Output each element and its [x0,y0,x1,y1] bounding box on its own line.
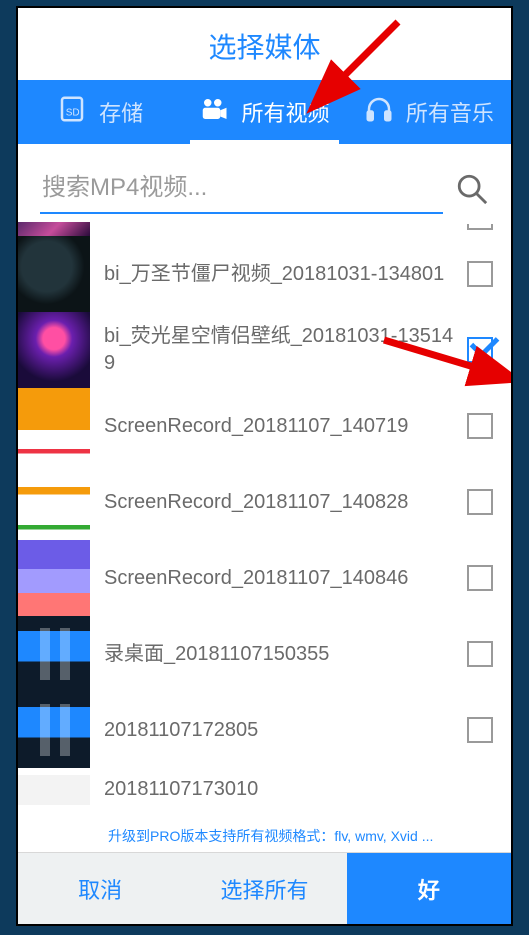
sd-card-icon: SD [57,94,87,130]
dialog-title: 选择媒体 [18,8,511,80]
tab-music[interactable]: 所有音乐 [347,80,511,144]
video-thumbnail [18,236,90,312]
list-item[interactable]: ScreenRecord_20181107_140828 [18,464,511,540]
media-picker-dialog: 选择媒体 SD 存储 所有视频 [16,6,513,926]
list-item[interactable]: 20181107172805 [18,692,511,768]
list-item[interactable]: bi_荧光星空情侣壁纸_20181031-135149 [18,312,511,388]
cancel-button[interactable]: 取消 [18,853,182,924]
video-thumbnail [18,464,90,540]
video-name: bi_万圣节僵尸视频_20181031-134801 [90,253,467,296]
video-name: bi_荧光星空情侣壁纸_20181031-135149 [90,315,467,385]
checkbox[interactable] [467,413,493,439]
search-row [18,144,511,222]
video-thumbnail [18,388,90,464]
list-item[interactable]: ScreenRecord_20181107_140719 [18,388,511,464]
svg-text:SD: SD [66,107,80,118]
list-item[interactable] [18,222,511,236]
ok-button[interactable]: 好 [347,853,511,924]
tab-videos-label: 所有视频 [241,96,329,128]
video-name: ScreenRecord_20181107_140846 [90,557,467,600]
checkbox[interactable] [467,565,493,591]
checkbox[interactable] [467,641,493,667]
video-thumbnail [18,692,90,768]
tab-storage[interactable]: SD 存储 [18,80,182,144]
video-camera-icon [199,94,229,130]
tab-music-label: 所有音乐 [406,96,494,128]
video-name: 20181107173010 [90,768,493,811]
video-thumbnail [18,616,90,692]
list-item[interactable]: 20181107173010 [18,768,511,811]
tab-videos[interactable]: 所有视频 [182,80,346,144]
checkbox[interactable] [467,717,493,743]
checkbox[interactable] [467,337,493,363]
checkbox[interactable] [467,261,493,287]
video-name: 录桌面_20181107150355 [90,633,467,676]
search-input[interactable] [40,164,443,214]
video-name: ScreenRecord_20181107_140719 [90,405,467,448]
headphones-icon [364,94,394,130]
video-thumbnail [18,540,90,616]
footer: 取消 选择所有 好 [18,852,511,924]
list-item[interactable]: ScreenRecord_20181107_140846 [18,540,511,616]
checkbox[interactable] [467,489,493,515]
select-all-button[interactable]: 选择所有 [182,853,346,924]
list-item[interactable]: 录桌面_20181107150355 [18,616,511,692]
pro-upgrade-note[interactable]: 升级到PRO版本支持所有视频格式：flv, wmv, Xvid ... [18,820,511,852]
video-thumbnail [18,775,90,805]
video-name: ScreenRecord_20181107_140828 [90,481,467,524]
tab-storage-label: 存储 [99,96,143,128]
tabs: SD 存储 所有视频 所有音乐 [18,80,511,144]
video-thumbnail [18,222,90,236]
list-item[interactable]: bi_万圣节僵尸视频_20181031-134801 [18,236,511,312]
video-list[interactable]: bi_万圣节僵尸视频_20181031-134801 bi_荧光星空情侣壁纸_2… [18,222,511,820]
video-name: 20181107172805 [90,709,467,752]
search-icon[interactable] [455,172,489,206]
checkbox[interactable] [467,224,493,230]
video-thumbnail [18,312,90,388]
